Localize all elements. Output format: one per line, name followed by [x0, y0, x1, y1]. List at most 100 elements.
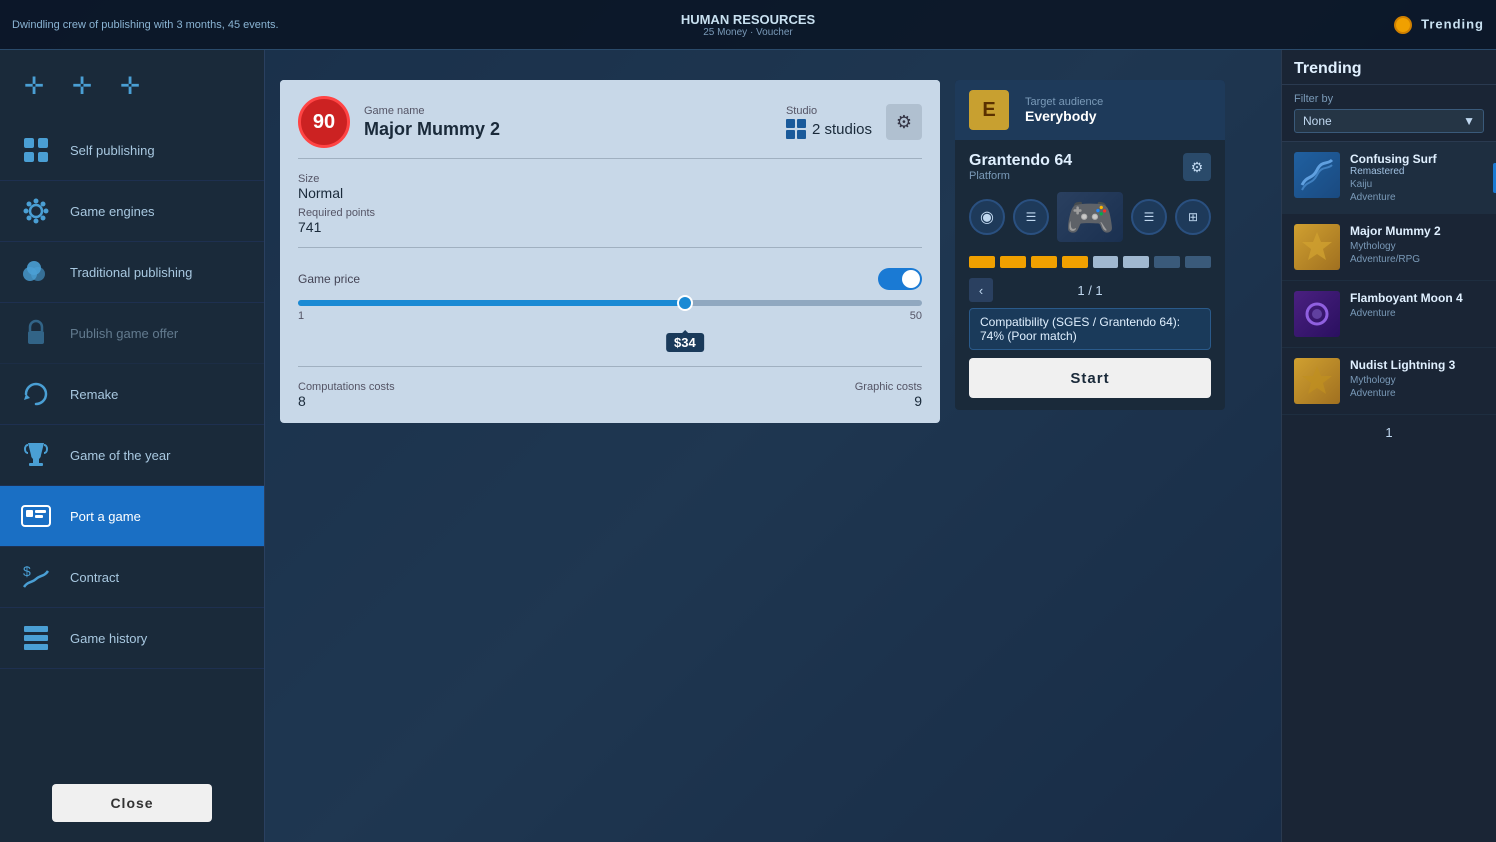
game-name-label: Game name	[364, 105, 772, 117]
platform-sub: Platform	[969, 170, 1072, 182]
platform-icon-list2[interactable]: ☰	[1131, 199, 1167, 235]
sidebar-top-icons: ✛ ✛ ✛	[0, 60, 264, 120]
trending-item-confusing-surf[interactable]: Confusing Surf Remastered Kaiju Adventur…	[1282, 142, 1496, 214]
sidebar-add-icon-3[interactable]: ✛	[112, 68, 148, 104]
platform-icon-list[interactable]: ☰	[1013, 199, 1049, 235]
genre-bar-2	[1000, 256, 1026, 268]
price-max: 50	[910, 310, 922, 322]
sidebar-item-traditional-publishing[interactable]: Traditional publishing	[0, 242, 264, 303]
start-button[interactable]: Start	[969, 358, 1211, 398]
sidebar-label-game-history: Game history	[70, 631, 147, 646]
slider-fill	[298, 300, 685, 306]
trending-item-major-mummy[interactable]: Major Mummy 2 Mythology Adventure/RPG	[1282, 214, 1496, 281]
filter-label: Filter by	[1294, 93, 1484, 105]
price-label: Game price	[298, 268, 922, 290]
platform-panel: E Target audience Everybody Grantendo 64…	[955, 80, 1225, 410]
computation-costs: Computations costs 8	[298, 381, 395, 409]
platform-gear-button[interactable]: ⚙	[1183, 153, 1211, 181]
genre-bar-7	[1154, 256, 1180, 268]
remake-icon	[16, 374, 56, 414]
graphic-costs-value: 9	[855, 393, 922, 409]
trending-panel: Trending Filter by None ▼ Confusing Surf…	[1281, 50, 1496, 842]
price-section: Game price 1 50 $34	[298, 260, 922, 366]
graphic-costs: Graphic costs 9	[855, 381, 922, 409]
genre-bar-4	[1062, 256, 1088, 268]
compat-label: Compatibility (SGES / Grantendo 64):	[980, 315, 1180, 329]
sidebar-item-game-engines[interactable]: Game engines	[0, 181, 264, 242]
sidebar-label-remake: Remake	[70, 387, 118, 402]
top-bar: Dwindling crew of publishing with 3 mont…	[0, 0, 1496, 50]
trending-info-2: Major Mummy 2 Mythology Adventure/RPG	[1350, 224, 1484, 270]
toggle-knob	[902, 270, 920, 288]
sidebar-item-remake[interactable]: Remake	[0, 364, 264, 425]
slider-track	[298, 300, 922, 306]
genre-bars	[969, 252, 1211, 268]
platform-name-row: Grantendo 64 Platform ⚙	[969, 152, 1211, 182]
trending-thumb-2	[1294, 224, 1340, 270]
history-icon	[16, 618, 56, 658]
top-bar-right: Trending	[1394, 16, 1484, 34]
sidebar-item-game-of-the-year[interactable]: Game of the year	[0, 425, 264, 486]
trending-item-flamboyant-moon[interactable]: Flamboyant Moon 4 Adventure	[1282, 281, 1496, 348]
trending-info-1: Confusing Surf Remastered Kaiju Adventur…	[1350, 152, 1484, 203]
pagination-row: ‹ 1 / 1	[969, 278, 1211, 302]
sidebar: ✛ ✛ ✛ Self publishing Game engines Tradi…	[0, 50, 265, 842]
platform-name-info: Grantendo 64 Platform	[969, 152, 1072, 182]
top-bar-center: HUMAN RESOURCES 25 Money · Voucher	[681, 12, 815, 38]
sidebar-add-icon-1[interactable]: ✛	[16, 68, 52, 104]
trending-type-2: Adventure/RPG	[1350, 254, 1484, 265]
trending-type-1: Adventure	[1350, 192, 1484, 203]
costs-row: Computations costs 8 Graphic costs 9	[298, 366, 922, 409]
sidebar-label-game-of-the-year: Game of the year	[70, 448, 170, 463]
body-divider	[298, 247, 922, 248]
sidebar-label-port-a-game: Port a game	[70, 509, 141, 524]
filter-section: Filter by None ▼	[1282, 85, 1496, 142]
sidebar-add-icon-2[interactable]: ✛	[64, 68, 100, 104]
platform-target: Target audience Everybody	[1025, 96, 1211, 124]
trending-thumb-1	[1294, 152, 1340, 198]
pagination-text: 1 / 1	[1077, 283, 1102, 298]
studio-grid-icon	[786, 119, 806, 139]
dialog-gear-button[interactable]: ⚙	[886, 104, 922, 140]
sidebar-item-game-history[interactable]: Game history	[0, 608, 264, 669]
required-points-label: Required points	[298, 207, 922, 219]
price-toggle[interactable]	[878, 268, 922, 290]
lock-icon	[16, 313, 56, 353]
pagination-prev[interactable]: ‹	[969, 278, 993, 302]
close-button[interactable]: Close	[52, 784, 212, 822]
platform-name: Grantendo 64	[969, 152, 1072, 170]
slider-thumb[interactable]	[677, 295, 693, 311]
coin-icon	[1394, 16, 1421, 31]
genre-bar-3	[1031, 256, 1057, 268]
trending-game-name-3: Flamboyant Moon 4	[1350, 291, 1484, 305]
filter-value: None	[1303, 114, 1332, 128]
sidebar-item-publish-game-offer: Publish game offer	[0, 303, 264, 364]
compat-value: 74% (Poor match)	[980, 329, 1077, 343]
game-engines-icon	[16, 191, 56, 231]
main-panel: 90 Game name Major Mummy 2 Studio 2 stud…	[265, 50, 1281, 842]
size-value: Normal	[298, 185, 922, 201]
trending-subtitle-1: Remastered	[1350, 166, 1484, 177]
platform-icon-grid[interactable]: ⊞	[1175, 199, 1211, 235]
trending-page: 1	[1282, 415, 1496, 450]
price-tag: $34	[666, 333, 704, 352]
price-slider-container: 1 50 $34	[298, 300, 922, 322]
platform-icon-circle[interactable]: ◉	[969, 199, 1005, 235]
sidebar-item-contract[interactable]: $ Contract	[0, 547, 264, 608]
sidebar-item-port-a-game[interactable]: Port a game	[0, 486, 264, 547]
studio-section: Studio 2 studios	[786, 105, 872, 139]
trending-type-4: Adventure	[1350, 388, 1484, 399]
traditional-publishing-icon	[16, 252, 56, 292]
top-bar-title: HUMAN RESOURCES	[681, 12, 815, 27]
svg-text:$: $	[23, 563, 31, 579]
trending-genre-2: Mythology	[1350, 241, 1484, 252]
filter-dropdown[interactable]: None ▼	[1294, 109, 1484, 133]
sidebar-label-publish-game-offer: Publish game offer	[70, 326, 178, 341]
studio-name-text: 2 studios	[812, 121, 872, 138]
top-bar-subtitle: 25 Money · Voucher	[681, 27, 815, 38]
sidebar-item-self-publishing[interactable]: Self publishing	[0, 120, 264, 181]
trending-item-nudist-lightning[interactable]: Nudist Lightning 3 Mythology Adventure	[1282, 348, 1496, 415]
trending-game-name-2: Major Mummy 2	[1350, 224, 1484, 238]
graphic-costs-label: Graphic costs	[855, 381, 922, 393]
trending-label: Trending	[1421, 16, 1484, 31]
